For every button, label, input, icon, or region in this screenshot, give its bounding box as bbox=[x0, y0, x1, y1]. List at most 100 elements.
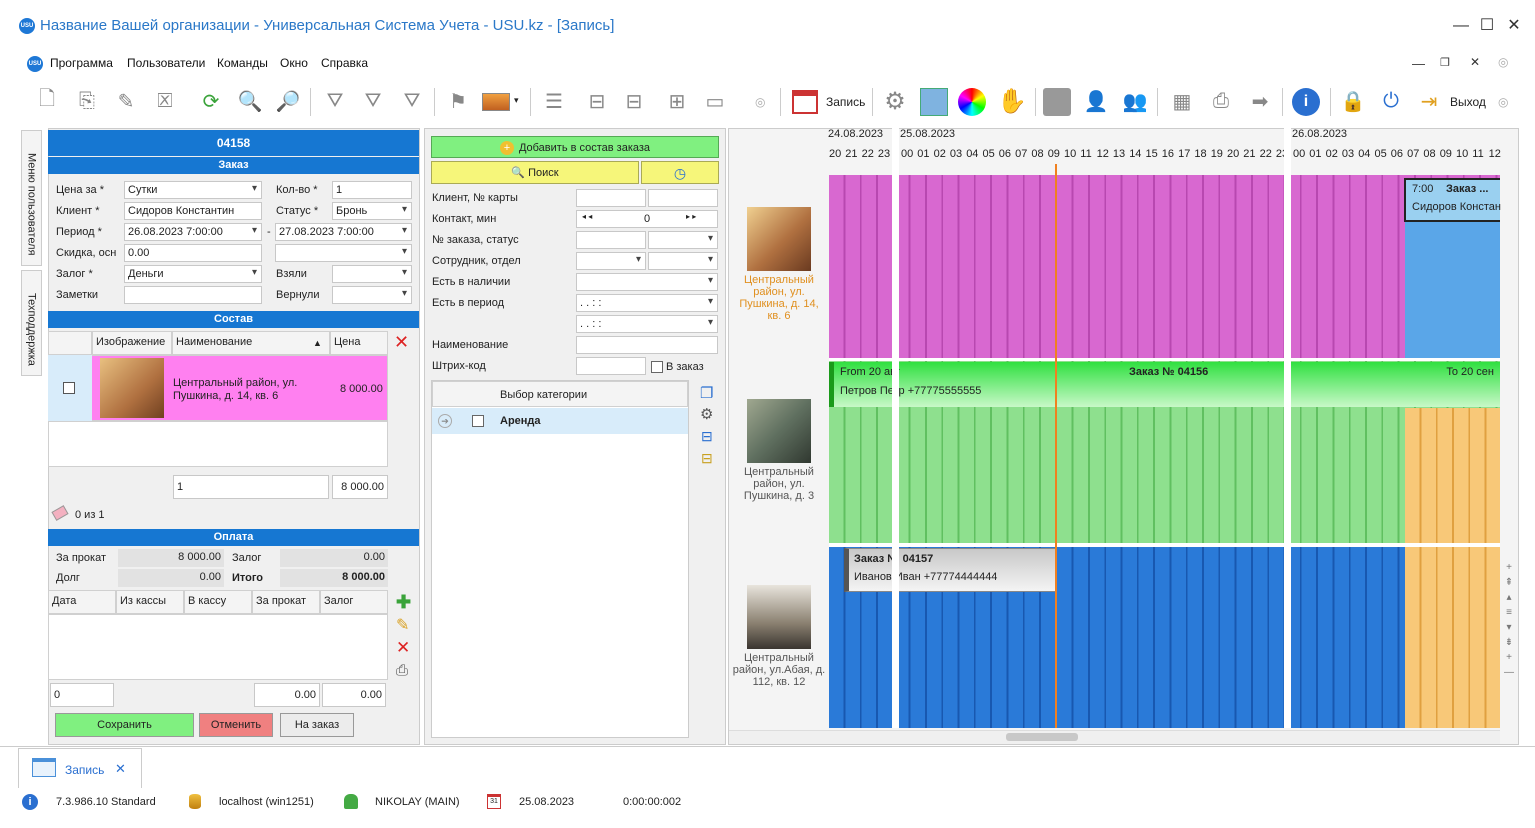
copy-icon[interactable]: ⎘ bbox=[72, 86, 102, 116]
clock-button[interactable]: ◷ bbox=[641, 161, 719, 184]
category-checkbox[interactable] bbox=[472, 415, 484, 427]
tab-close-icon[interactable]: ✕ bbox=[115, 761, 126, 777]
last-icon[interactable]: ▸ ▸ bbox=[686, 212, 696, 221]
print-icon[interactable]: ⎙ bbox=[1206, 86, 1236, 116]
menu-help[interactable]: Справка bbox=[321, 56, 368, 70]
pay-col-from-cash[interactable]: Из кассы bbox=[116, 590, 184, 614]
pay-col-to-cash[interactable]: В кассу bbox=[184, 590, 252, 614]
print-payment-icon[interactable]: ⎙ bbox=[396, 662, 408, 679]
hand-icon[interactable]: ✋ bbox=[997, 86, 1027, 116]
lock-icon[interactable]: 🔒 bbox=[1338, 86, 1368, 116]
flag-icon[interactable]: ⚑ bbox=[443, 86, 473, 116]
mdi-minimize-icon[interactable]: — bbox=[1412, 56, 1425, 71]
row-checkbox[interactable] bbox=[63, 382, 75, 394]
contact-stepper[interactable]: 0 bbox=[576, 210, 718, 228]
pay-col-deposit[interactable]: Залог bbox=[320, 590, 388, 614]
filter-edit-icon[interactable]: ⛛ bbox=[358, 86, 388, 116]
record-label[interactable]: Запись bbox=[826, 95, 865, 109]
period-from-field[interactable]: 26.08.2023 7:00:00 bbox=[124, 223, 262, 241]
order-number-field[interactable] bbox=[576, 231, 646, 249]
more-icon[interactable]: ◎ bbox=[755, 95, 765, 109]
search-button[interactable]: 🔍 Поиск bbox=[431, 161, 639, 184]
menu-window[interactable]: Окно bbox=[280, 56, 308, 70]
plug-icon[interactable]: ⏻ bbox=[1376, 86, 1406, 116]
copy-list-icon[interactable]: ❐ bbox=[700, 384, 713, 402]
order-status-select[interactable] bbox=[648, 231, 718, 249]
maximize-button[interactable]: ☐ bbox=[1472, 14, 1502, 38]
add-column-icon[interactable]: ⊞ bbox=[662, 86, 692, 116]
qty-spinner[interactable]: 1 bbox=[332, 181, 412, 199]
settings-gear-icon[interactable]: ⚙ bbox=[880, 86, 910, 116]
chevron-down-icon[interactable]: ▾ bbox=[514, 95, 519, 106]
in-order-checkbox[interactable] bbox=[651, 361, 663, 373]
menu-program[interactable]: Программа bbox=[50, 56, 113, 70]
new-doc-icon[interactable]: 🗋 bbox=[32, 86, 62, 116]
items-col-price[interactable]: Цена bbox=[330, 331, 388, 355]
deposit-select[interactable]: Деньги bbox=[124, 265, 262, 283]
expand-icon[interactable]: ☰ bbox=[539, 86, 569, 116]
menu-users[interactable]: Пользователи bbox=[127, 56, 205, 70]
department-select[interactable] bbox=[648, 252, 718, 270]
tree-collapse-icon[interactable]: ⊟ bbox=[619, 86, 649, 116]
map-icon[interactable] bbox=[920, 88, 948, 116]
menu-commands[interactable]: Команды bbox=[217, 56, 268, 70]
color-wheel-icon[interactable] bbox=[958, 88, 986, 116]
horizontal-scrollbar[interactable] bbox=[729, 730, 1500, 744]
edit-payment-icon[interactable]: ✎ bbox=[396, 615, 409, 635]
expand-arrow-icon[interactable]: ➔ bbox=[438, 414, 452, 428]
barcode-field[interactable] bbox=[576, 357, 646, 375]
first-icon[interactable]: ◂ ◂ bbox=[582, 212, 592, 221]
items-col-name[interactable]: Наименование bbox=[172, 331, 330, 355]
save-button[interactable]: Сохранить bbox=[55, 713, 194, 737]
status-select[interactable]: Бронь bbox=[332, 202, 412, 220]
category-rent[interactable]: Аренда bbox=[500, 415, 541, 427]
mdi-close-icon[interactable]: ✕ bbox=[1470, 55, 1480, 69]
employee-select[interactable] bbox=[576, 252, 646, 270]
booking-card-1[interactable]: 7:00 Заказ ... Сидоров Констан bbox=[1404, 178, 1501, 222]
items-col-image[interactable]: Изображение bbox=[92, 331, 172, 355]
card-search-field[interactable] bbox=[648, 189, 718, 207]
price-for-select[interactable]: Сутки bbox=[124, 181, 262, 199]
add-payment-icon[interactable]: ✚ bbox=[396, 592, 411, 613]
tree-settings-icon[interactable]: ⚙ bbox=[700, 405, 713, 423]
side-tab-support[interactable]: Техподдержка bbox=[21, 270, 42, 376]
image-icon[interactable] bbox=[482, 93, 510, 111]
returned-select[interactable] bbox=[332, 286, 412, 304]
toolbar-more-icon[interactable]: ◎ bbox=[1498, 95, 1508, 109]
users-icon[interactable]: 👥 bbox=[1120, 86, 1150, 116]
close-button[interactable]: ✕ bbox=[1499, 14, 1529, 38]
side-tab-user-menu[interactable]: Меню пользователя bbox=[21, 130, 42, 266]
edit-icon[interactable]: ✎ bbox=[111, 86, 141, 116]
add-to-order-button[interactable]: + Добавить в состав заказа bbox=[431, 136, 719, 158]
delete-payment-icon[interactable]: ✕ bbox=[396, 638, 410, 658]
period-from-search[interactable]: . . : : bbox=[576, 294, 718, 312]
forward-icon[interactable]: ➡ bbox=[1245, 86, 1275, 116]
filter-check-icon[interactable]: ⛛ bbox=[397, 86, 427, 116]
client-search-field[interactable] bbox=[576, 189, 646, 207]
filter-icon[interactable]: ⛛ bbox=[320, 86, 350, 116]
pay-col-date[interactable]: Дата bbox=[48, 590, 116, 614]
remove-item-icon[interactable]: ✕ bbox=[394, 332, 409, 353]
delete-doc-icon[interactable]: 🗵 bbox=[150, 86, 180, 116]
tree-collapse-icon[interactable]: ⊟ bbox=[701, 450, 713, 467]
booking-card-2[interactable]: From 20 авг Заказ № 04156 To 20 сен Петр… bbox=[829, 362, 1500, 407]
row-height-icon[interactable]: ▭ bbox=[700, 86, 730, 116]
rss-icon[interactable] bbox=[1043, 88, 1071, 116]
period-to-search[interactable]: . . : : bbox=[576, 315, 718, 333]
took-select[interactable] bbox=[332, 265, 412, 283]
name-search-field[interactable] bbox=[576, 336, 718, 354]
calendar-icon[interactable] bbox=[792, 90, 818, 114]
exit-label[interactable]: Выход bbox=[1450, 95, 1486, 109]
mdi-restore-icon[interactable]: ❐ bbox=[1440, 56, 1450, 69]
discount-type-select[interactable] bbox=[275, 244, 412, 262]
info-icon[interactable]: i bbox=[1292, 88, 1320, 116]
period-to-field[interactable]: 27.08.2023 7:00:00 bbox=[275, 223, 412, 241]
booking-card-3[interactable]: Заказ № 04157 Иванов Иван +77774444444 bbox=[844, 548, 1057, 592]
pay-col-rent[interactable]: За прокат bbox=[252, 590, 320, 614]
refresh-icon[interactable]: ⟳ bbox=[196, 86, 226, 116]
discount-field[interactable]: 0.00 bbox=[124, 244, 262, 262]
cancel-button[interactable]: Отменить bbox=[199, 713, 273, 737]
exit-icon[interactable]: ⇥ bbox=[1414, 86, 1444, 116]
zoom-icon[interactable]: 🔎 bbox=[273, 86, 303, 116]
user-icon[interactable]: 👤 bbox=[1081, 86, 1111, 116]
